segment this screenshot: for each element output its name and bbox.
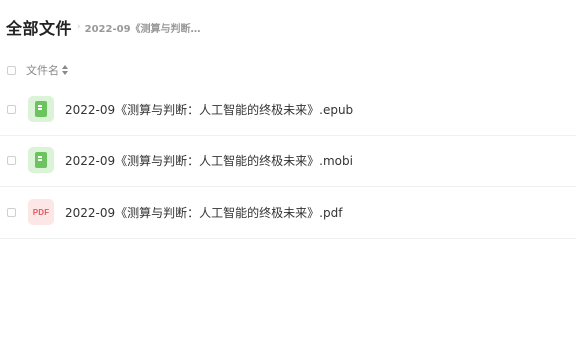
file-checkbox[interactable]: [7, 208, 16, 217]
book-icon: [28, 96, 54, 122]
breadcrumb-separator-icon: ›: [77, 22, 81, 32]
file-list-header: 文件名: [0, 58, 576, 82]
name-column-label: 文件名: [26, 64, 59, 77]
pdf-icon: PDF: [28, 199, 54, 225]
book-icon: [28, 147, 54, 173]
pdf-icon-label: PDF: [32, 207, 50, 217]
file-checkbox[interactable]: [7, 105, 16, 114]
breadcrumb-root-all-files[interactable]: 全部文件: [6, 15, 72, 39]
sort-icon[interactable]: [62, 65, 68, 75]
file-row-pdf[interactable]: PDF 2022-09《测算与判断：人工智能的终极未来》.pdf: [0, 187, 576, 239]
file-row-mobi[interactable]: 2022-09《测算与判断：人工智能的终极未来》.mobi: [0, 135, 576, 187]
file-name[interactable]: 2022-09《测算与判断：人工智能的终极未来》.mobi: [65, 152, 353, 169]
breadcrumb: 全部文件 › 2022-09《测算与判断…: [6, 15, 201, 39]
name-column-header[interactable]: 文件名: [26, 62, 68, 78]
file-name[interactable]: 2022-09《测算与判断：人工智能的终极未来》.pdf: [65, 204, 342, 221]
file-name[interactable]: 2022-09《测算与判断：人工智能的终极未来》.epub: [65, 101, 353, 118]
file-row-epub[interactable]: 2022-09《测算与判断：人工智能的终极未来》.epub: [0, 84, 576, 136]
file-checkbox[interactable]: [7, 156, 16, 165]
breadcrumb-current-folder: 2022-09《测算与判断…: [84, 23, 201, 35]
select-all-checkbox[interactable]: [7, 65, 16, 75]
